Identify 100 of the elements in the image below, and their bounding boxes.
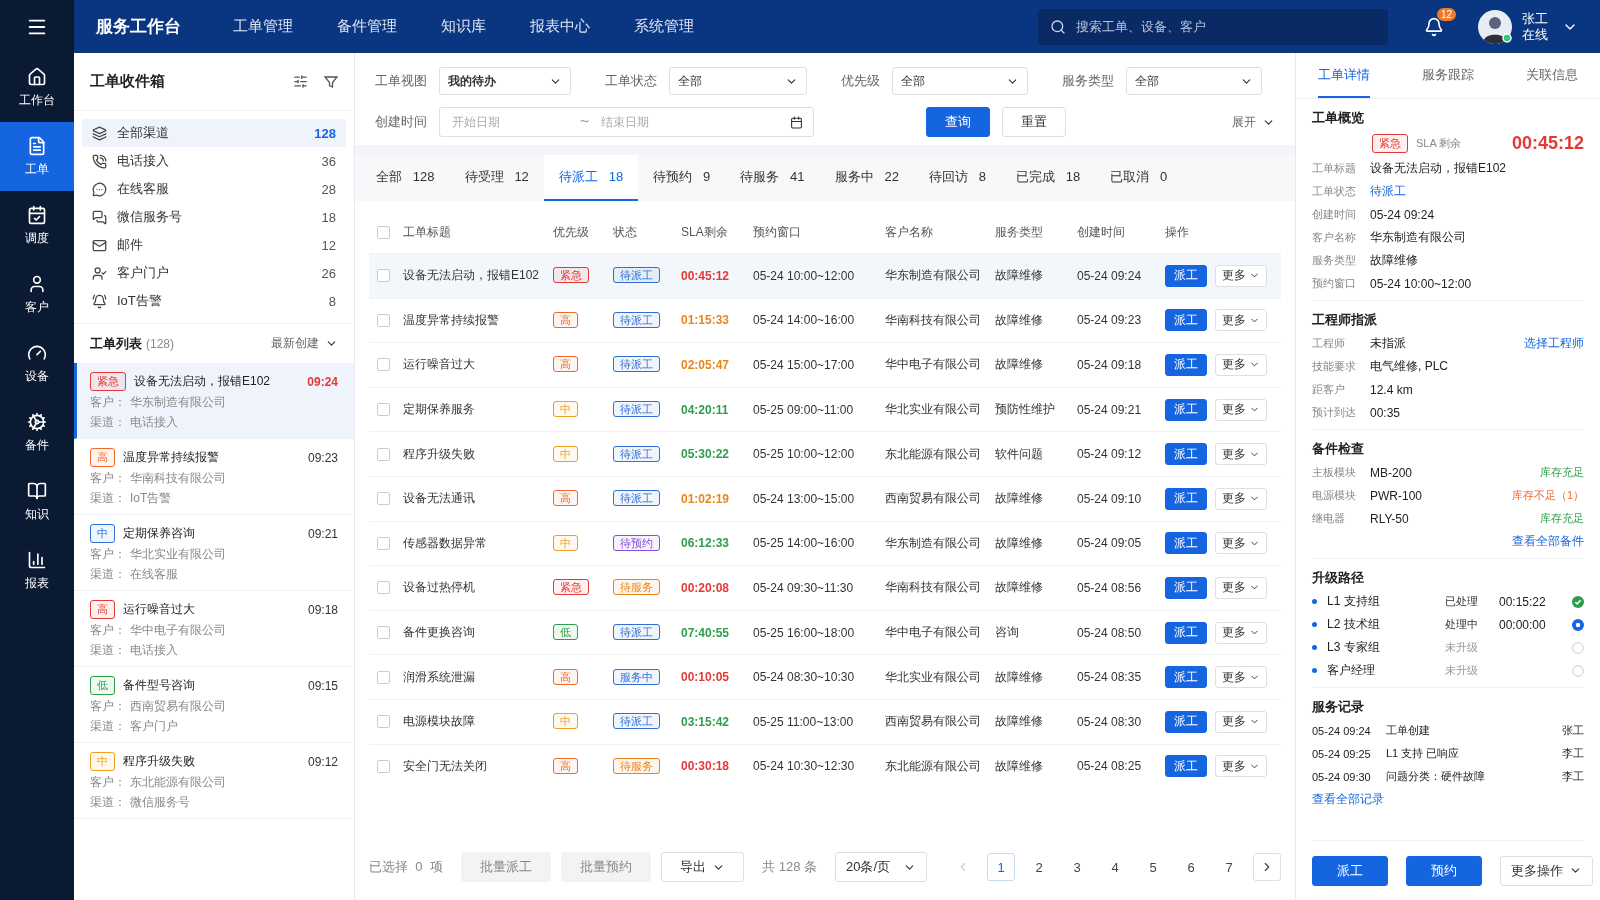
status-tab[interactable]: 服务中 22 bbox=[819, 155, 914, 201]
bullet-icon bbox=[1312, 622, 1317, 627]
status-tab[interactable]: 待派工 18 bbox=[543, 155, 639, 201]
more-button[interactable]: 更多 bbox=[1215, 443, 1267, 466]
checkbox[interactable] bbox=[377, 715, 390, 729]
more-button[interactable]: 更多 bbox=[1215, 532, 1267, 555]
detail-tab[interactable]: 关联信息 bbox=[1526, 53, 1578, 98]
detail-tab[interactable]: 服务跟踪 bbox=[1422, 53, 1474, 98]
status-tab[interactable]: 已取消 0 bbox=[1095, 155, 1183, 201]
all-parts-link[interactable]: 查看全部备件 bbox=[1512, 533, 1584, 550]
table-row[interactable]: 设备无法启动，报错E102 紧急 待派工 00:45:12 05-24 10:00~12:00 华东制造有限公司 故障维修 05-24 09:24 派工 更多 bbox=[369, 253, 1281, 298]
query-button[interactable]: 查询 bbox=[926, 107, 990, 137]
more-button[interactable]: 更多 bbox=[1215, 755, 1267, 778]
dispatch-button[interactable]: 派工 bbox=[1312, 855, 1388, 886]
more-button[interactable]: 更多 bbox=[1215, 354, 1267, 376]
checkbox[interactable] bbox=[377, 225, 390, 239]
checkbox[interactable] bbox=[377, 447, 390, 461]
rail-item[interactable]: 工单 bbox=[0, 122, 74, 191]
status-link[interactable]: 待派工 bbox=[1370, 183, 1406, 200]
table-cell-text: 05:30:22 bbox=[681, 447, 731, 462]
dispatch-button[interactable]: 派工 bbox=[1165, 443, 1207, 466]
status-tab[interactable]: 已完成 18 bbox=[1000, 155, 1096, 201]
dispatch-button[interactable]: 派工 bbox=[1165, 576, 1207, 599]
rail-item[interactable]: 备件 bbox=[0, 398, 74, 467]
channel-item[interactable]: 客户门户 26 bbox=[82, 259, 346, 287]
bell-icon[interactable] bbox=[1424, 16, 1444, 37]
dispatch-button[interactable]: 派工 bbox=[1165, 666, 1207, 689]
dispatch-button[interactable]: 派工 bbox=[1165, 621, 1207, 644]
dispatch-button[interactable]: 派工 bbox=[1165, 354, 1207, 376]
checkbox[interactable] bbox=[377, 492, 390, 506]
more-actions-button[interactable]: 更多操作 bbox=[1500, 855, 1593, 886]
rail-item[interactable]: 调度 bbox=[0, 191, 74, 260]
select-engineer-link[interactable]: 选择工程师 bbox=[1524, 335, 1584, 352]
checkbox[interactable] bbox=[377, 626, 390, 640]
page-size-select[interactable]: 20条/页 bbox=[835, 852, 927, 882]
filter-icon[interactable] bbox=[324, 74, 338, 89]
book-button[interactable]: 预约 bbox=[1406, 855, 1482, 886]
nav-link[interactable]: 知识库 bbox=[441, 17, 486, 36]
channel-item[interactable]: 电话接入 36 bbox=[82, 147, 346, 175]
dispatch-button[interactable]: 派工 bbox=[1165, 309, 1207, 332]
more-button[interactable]: 更多 bbox=[1215, 487, 1267, 510]
more-button[interactable]: 更多 bbox=[1215, 710, 1267, 733]
sliders-icon[interactable] bbox=[293, 74, 308, 89]
more-button[interactable]: 更多 bbox=[1215, 264, 1267, 287]
rail-item[interactable]: 工作台 bbox=[0, 53, 74, 122]
export-button[interactable]: 导出 bbox=[660, 852, 744, 882]
status-tab[interactable]: 待受理 12 bbox=[449, 155, 544, 201]
detail-tab[interactable]: 工单详情 bbox=[1318, 53, 1370, 98]
channel-item[interactable]: IoT告警 8 bbox=[82, 287, 346, 315]
more-button[interactable]: 更多 bbox=[1215, 666, 1267, 689]
dispatch-button[interactable]: 派工 bbox=[1165, 264, 1207, 287]
checkbox[interactable] bbox=[377, 670, 390, 684]
dispatch-button[interactable]: 派工 bbox=[1165, 710, 1207, 733]
checkbox[interactable] bbox=[377, 536, 390, 550]
search-field[interactable]: 搜索工单、设备、客户 bbox=[1074, 18, 1376, 35]
more-button[interactable]: 更多 bbox=[1215, 621, 1267, 644]
select-field[interactable]: 全部 bbox=[1126, 67, 1262, 95]
dispatch-button[interactable]: 派工 bbox=[1165, 398, 1207, 421]
nav-link[interactable]: 工单管理 bbox=[233, 17, 293, 36]
status-tab[interactable]: 全部 128 bbox=[361, 155, 450, 201]
table-cell-text: 华东制造有限公司 bbox=[885, 534, 982, 552]
channel-item[interactable]: 全部渠道 128 bbox=[82, 119, 346, 147]
more-button[interactable]: 更多 bbox=[1215, 398, 1267, 421]
channel-item[interactable]: 邮件 12 bbox=[82, 231, 346, 259]
rail-item[interactable]: 客户 bbox=[0, 260, 74, 329]
dispatch-button[interactable]: 派工 bbox=[1165, 532, 1207, 555]
calendar-icon[interactable] bbox=[790, 115, 803, 129]
search-bar[interactable]: 搜索工单、设备、客户 bbox=[1038, 8, 1388, 45]
status-tab[interactable]: 待回访 8 bbox=[913, 155, 1001, 201]
rail-item[interactable]: 知识 bbox=[0, 467, 74, 536]
rail-item[interactable]: 报表 bbox=[0, 536, 74, 605]
dispatch-button[interactable]: 派工 bbox=[1165, 487, 1207, 510]
reset-button[interactable]: 重置 bbox=[1002, 107, 1066, 137]
nav-link[interactable]: 报表中心 bbox=[530, 17, 590, 36]
nav-link[interactable]: 备件管理 bbox=[337, 17, 397, 36]
nav-link[interactable]: 系统管理 bbox=[634, 17, 694, 36]
channel-item[interactable]: 微信服务号 18 bbox=[82, 203, 346, 231]
more-button[interactable]: 更多 bbox=[1215, 576, 1267, 599]
checkbox[interactable] bbox=[377, 581, 390, 595]
checkbox[interactable] bbox=[377, 358, 390, 372]
checkbox[interactable] bbox=[377, 759, 390, 773]
select-field[interactable]: 全部 bbox=[892, 67, 1028, 95]
checkbox[interactable] bbox=[377, 269, 390, 283]
rail-item[interactable]: 设备 bbox=[0, 329, 74, 398]
ticket-card[interactable]: 紧急 设备无法启动，报错E102 09:24 客户： 华东制造有限公司 渠道： 电话接入 bbox=[74, 363, 354, 439]
page-button[interactable]: 1 bbox=[987, 853, 1015, 881]
select-field[interactable]: 全部 bbox=[669, 67, 807, 95]
channel-label: 渠道： bbox=[90, 642, 126, 659]
status-tab[interactable]: 待服务 41 bbox=[725, 155, 820, 201]
sort-select[interactable]: 最新创建 bbox=[271, 335, 319, 352]
status-tab[interactable]: 待预约 9 bbox=[638, 155, 726, 201]
checkbox[interactable] bbox=[377, 313, 390, 327]
select-field[interactable]: 我的待办 bbox=[439, 67, 571, 95]
all-records-link[interactable]: 查看全部记录 bbox=[1312, 791, 1584, 808]
channel-item[interactable]: 在线客服 28 bbox=[82, 175, 346, 203]
checkbox[interactable] bbox=[377, 403, 390, 417]
next-page-button[interactable] bbox=[1253, 853, 1281, 881]
more-button[interactable]: 更多 bbox=[1215, 309, 1267, 332]
expand-link[interactable]: 展开 bbox=[1232, 113, 1256, 131]
dispatch-button[interactable]: 派工 bbox=[1165, 755, 1207, 778]
